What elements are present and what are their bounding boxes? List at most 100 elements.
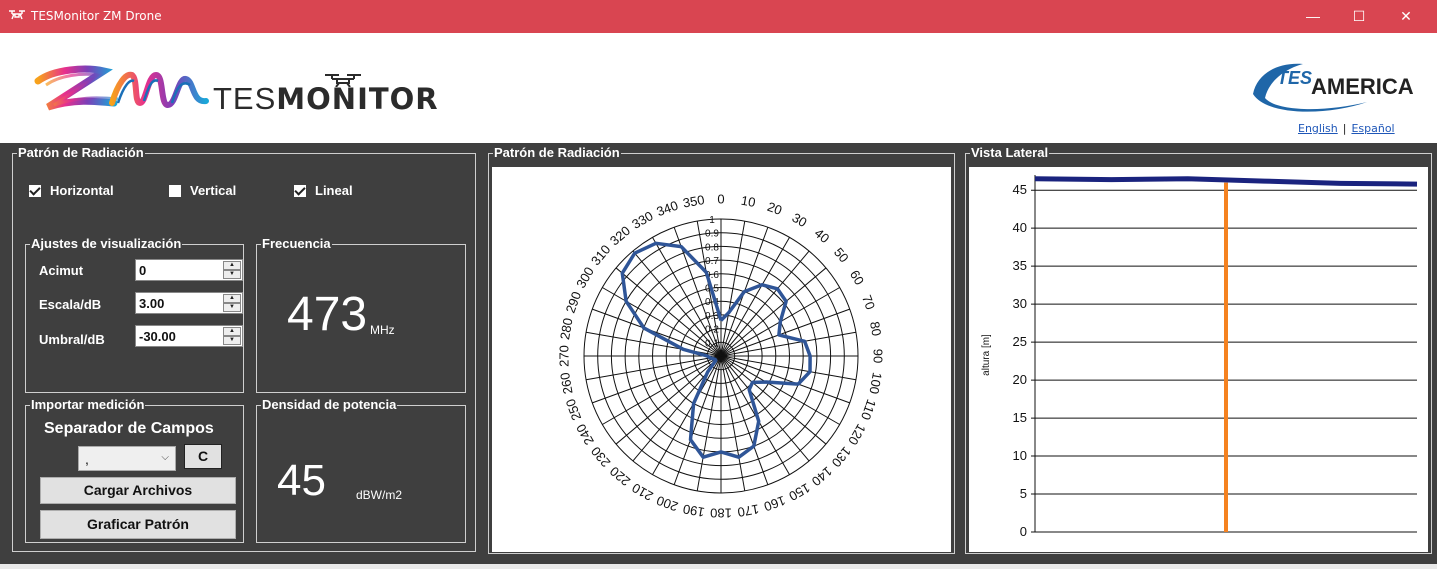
import-title: Importar medición (30, 397, 146, 413)
pattern-point (707, 371, 709, 373)
radial-tick-label: 0.7 (705, 256, 719, 267)
angle-tick-label: 280 (557, 317, 576, 341)
pattern-point (634, 252, 636, 254)
threshold-input[interactable]: -30.00 ▲ ▼ (135, 325, 243, 347)
pattern-point (751, 381, 753, 383)
side-view-chart: 0 5 10 15 20 25 30 35 40 45 altura [m] (981, 175, 1418, 539)
brand-light: TES (213, 81, 277, 116)
radial-tick-label: 0.9 (705, 229, 719, 240)
power-density-title: Densidad de potencia (261, 397, 398, 413)
angle-tick-label: 240 (573, 421, 597, 447)
angle-tick-label: 10 (740, 193, 757, 210)
power-density-unit: dBW/m2 (356, 488, 403, 502)
y-tick-label: 45 (1013, 182, 1027, 197)
checkbox-box[interactable] (294, 184, 306, 197)
import-group: Importar medición Separador de Campos , … (25, 397, 244, 543)
angle-tick-label: 220 (607, 464, 633, 489)
vertical-checkbox[interactable]: Vertical (169, 183, 236, 198)
language-links: English | Español (1298, 122, 1395, 135)
frequency-unit: MHz (370, 323, 395, 337)
spin-up-icon[interactable]: ▲ (223, 294, 241, 303)
pattern-point (712, 358, 714, 360)
spin-down-icon[interactable]: ▼ (223, 336, 241, 345)
power-density-value: 45 (277, 456, 326, 505)
angle-tick-label: 130 (829, 444, 854, 470)
y-tick-label: 10 (1013, 448, 1027, 463)
lang-spanish-link[interactable]: Español (1351, 122, 1394, 135)
side-view-canvas: 0 5 10 15 20 25 30 35 40 45 altura [m] (969, 167, 1428, 552)
lang-english-link[interactable]: English (1298, 122, 1338, 135)
pattern-point (743, 291, 745, 293)
angle-tick-label: 290 (563, 290, 585, 316)
angle-tick-label: 350 (682, 192, 706, 211)
y-tick-label: 15 (1013, 410, 1027, 425)
radial-tick-label: 0.2 (705, 325, 719, 336)
polar-chart: 0 10 20 30405060 70 80 90 100 110120130140150160… (556, 191, 885, 520)
pattern-point (761, 284, 763, 286)
angle-tick-label: 300 (573, 264, 597, 290)
side-view-title: Vista Lateral (970, 145, 1050, 161)
maximize-button[interactable]: ☐ (1336, 0, 1382, 33)
angle-tick-label: 210 (629, 480, 655, 504)
load-files-button[interactable]: Cargar Archivos (40, 477, 236, 504)
frequency-value: 473 (287, 288, 368, 341)
angle-tick-label: 330 (629, 208, 655, 232)
y-axis-label: altura [m] (981, 334, 992, 376)
pattern-point (758, 420, 760, 422)
pattern-point (753, 445, 755, 447)
spin-up-icon[interactable]: ▲ (223, 327, 241, 336)
display-settings-title: Ajustes de visualización (30, 236, 183, 252)
azimuth-value: 0 (139, 263, 147, 278)
status-strip (0, 564, 1437, 569)
close-button[interactable]: ✕ (1383, 0, 1429, 33)
zm-logo (34, 65, 209, 111)
title-bar: TESMonitor ZM Drone — ☐ ✕ (0, 0, 1437, 33)
spinner-arrows[interactable]: ▲ ▼ (223, 261, 241, 279)
spin-up-icon[interactable]: ▲ (223, 261, 241, 270)
angle-tick-label: 80 (867, 320, 884, 337)
angle-tick-label: 270 (556, 345, 571, 367)
minimize-button[interactable]: — (1290, 0, 1336, 33)
azimuth-input[interactable]: 0 ▲ ▼ (135, 259, 243, 281)
drone-icon (325, 74, 361, 87)
angle-tick-label: 250 (563, 397, 585, 423)
lineal-checkbox[interactable]: Lineal (294, 183, 353, 198)
y-tick-label: 0 (1020, 524, 1027, 539)
threshold-label: Umbral/dB (39, 332, 105, 347)
pattern-point (702, 456, 704, 458)
plot-pattern-button[interactable]: Graficar Patrón (40, 510, 236, 539)
angle-tick-label: 100 (866, 371, 885, 395)
horizontal-checkbox[interactable]: Horizontal (29, 183, 114, 198)
spin-down-icon[interactable]: ▼ (223, 303, 241, 312)
spinner-arrows[interactable]: ▲ ▼ (223, 327, 241, 345)
pattern-point (809, 355, 811, 357)
angle-tick-label: 340 (655, 198, 681, 220)
frequency-group: Frecuencia 473 MHz (256, 236, 466, 393)
y-tick-label: 20 (1013, 372, 1027, 387)
clear-separator-button[interactable]: C (184, 444, 222, 469)
power-density-group: Densidad de potencia 45 dBW/m2 (256, 397, 466, 543)
scale-value: 3.00 (139, 296, 165, 311)
pattern-point (709, 357, 711, 359)
drone-app-icon (9, 10, 25, 20)
threshold-value: -30.00 (139, 329, 176, 344)
y-tick-label: 35 (1013, 258, 1027, 273)
angle-tick-label: 140 (809, 464, 835, 489)
angle-tick-label: 190 (682, 501, 706, 520)
y-tick-label: 30 (1013, 296, 1027, 311)
polar-chart-title: Patrón de Radiación (493, 145, 621, 161)
pattern-controls-title: Patrón de Radiación (17, 145, 145, 161)
pattern-point (643, 327, 645, 329)
checkbox-box[interactable] (169, 184, 181, 197)
pattern-point (738, 456, 740, 458)
angle-tick-label: 320 (607, 223, 633, 248)
side-view-group: Vista Lateral 0 5 10 15 20 25 30 35 40 45 altura [… (965, 145, 1432, 554)
scale-input[interactable]: 3.00 ▲ ▼ (135, 292, 243, 314)
checkbox-box[interactable] (29, 184, 41, 197)
separator-select[interactable]: , ⌵ (78, 446, 176, 471)
angle-tick-label: 30 (790, 210, 810, 230)
spin-down-icon[interactable]: ▼ (223, 270, 241, 279)
spinner-arrows[interactable]: ▲ ▼ (223, 294, 241, 312)
frequency-title: Frecuencia (261, 236, 332, 252)
y-tick-label: 40 (1013, 220, 1027, 235)
